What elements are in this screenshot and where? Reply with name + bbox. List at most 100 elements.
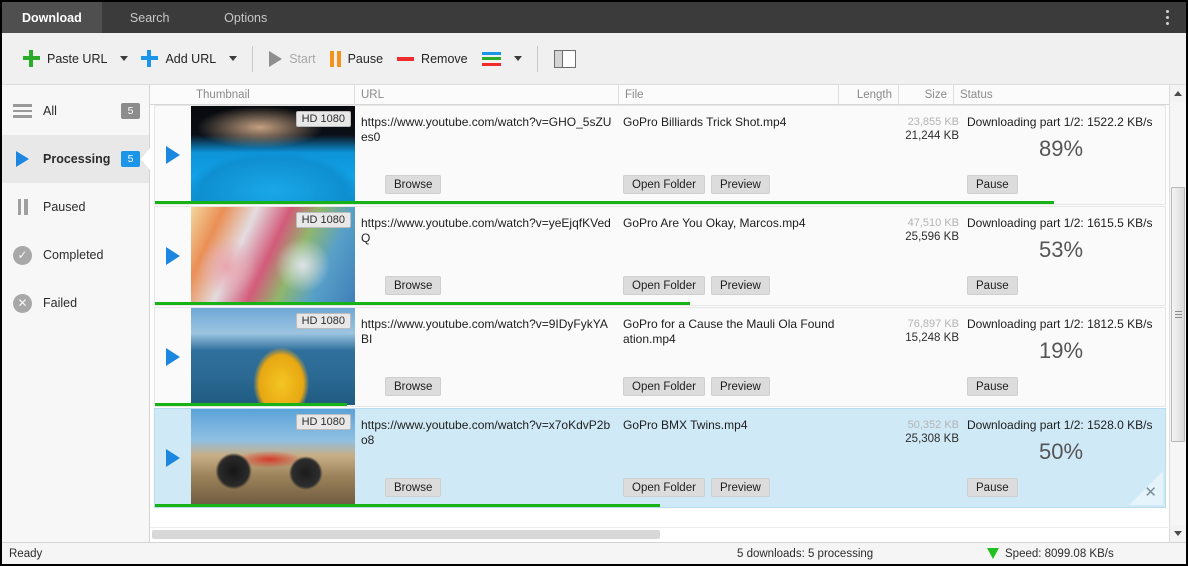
row-file-text: GoPro for a Cause the Mauli Ola Foundati… [623, 317, 835, 346]
preview-button[interactable]: Preview [710, 276, 770, 295]
row-thumbnail[interactable]: HD 1080 [191, 207, 355, 304]
table-row[interactable]: HD 1080 https://www.youtube.com/watch?v=… [154, 206, 1166, 306]
browse-button[interactable]: Browse [385, 276, 442, 295]
column-header-url[interactable]: URL [355, 84, 619, 105]
color-lines-button[interactable] [475, 42, 508, 76]
row-expand-button[interactable] [155, 409, 191, 506]
sidebar-item-processing[interactable]: Processing 5 [2, 135, 149, 183]
sidebar-item-all-label: All [43, 104, 57, 118]
row-file-buttons: Open Folder Preview [623, 276, 770, 295]
play-icon [269, 50, 283, 67]
sidebar-item-all[interactable]: All 5 [2, 87, 149, 135]
add-url-button[interactable]: Add URL [134, 42, 223, 76]
scroll-up-button[interactable] [1170, 85, 1186, 102]
chevron-up-icon [1174, 91, 1182, 96]
quality-badge: HD 1080 [295, 313, 351, 329]
download-rows[interactable]: HD 1080 https://www.youtube.com/watch?v=… [150, 105, 1186, 527]
column-header-length[interactable]: Length [839, 84, 899, 105]
row-expand-button[interactable] [155, 106, 191, 203]
sidebar-item-failed[interactable]: ✕ Failed [2, 279, 149, 327]
table-row[interactable]: HD 1080 https://www.youtube.com/watch?v=… [154, 307, 1166, 407]
tab-search[interactable]: Search [102, 2, 198, 33]
row-size-total: 47,510 KB [907, 217, 959, 229]
tab-options[interactable]: Options [198, 2, 294, 33]
row-size-downloaded: 21,244 KB [905, 130, 959, 142]
tab-download[interactable]: Download [2, 2, 102, 33]
horizontal-scrollbar-thumb[interactable] [152, 530, 660, 539]
preview-button[interactable]: Preview [710, 175, 770, 194]
status-speed-text: Speed: 8099.08 KB/s [1005, 547, 1114, 560]
vertical-scrollbar[interactable] [1169, 85, 1186, 542]
row-status-buttons: Pause [967, 478, 1018, 497]
overflow-menu-icon[interactable] [1154, 2, 1180, 33]
vertical-scrollbar-thumb[interactable] [1171, 187, 1185, 442]
row-status-cell: Downloading part 1/2: 1522.2 KB/s 89% Pa… [961, 106, 1165, 203]
sidebar-item-paused[interactable]: Paused [2, 183, 149, 231]
open-folder-button[interactable]: Open Folder [623, 377, 705, 396]
row-expand-button[interactable] [155, 207, 191, 304]
browse-button[interactable]: Browse [385, 478, 442, 497]
row-status-buttons: Pause [967, 377, 1018, 396]
row-thumbnail[interactable]: HD 1080 [191, 106, 355, 203]
scroll-down-button[interactable] [1170, 525, 1186, 542]
play-icon [166, 145, 180, 164]
table-row[interactable]: HD 1080 https://www.youtube.com/watch?v=… [154, 408, 1166, 508]
column-header-row: Thumbnail URL File Length Size Status [150, 84, 1186, 105]
panel-toggle-button[interactable] [547, 42, 583, 76]
chevron-down-icon [229, 56, 238, 61]
horizontal-scrollbar[interactable] [150, 527, 1168, 542]
column-header-file[interactable]: File [619, 84, 839, 105]
vertical-scrollbar-track[interactable] [1170, 102, 1186, 525]
open-folder-button[interactable]: Open Folder [623, 276, 705, 295]
remove-button[interactable]: Remove [390, 42, 475, 76]
color-lines-dropdown[interactable] [508, 42, 528, 76]
row-expand-button[interactable] [155, 308, 191, 405]
column-header-length-label: Length [856, 88, 892, 101]
row-pause-button[interactable]: Pause [967, 175, 1018, 194]
row-file-buttons: Open Folder Preview [623, 377, 770, 396]
sidebar-item-completed[interactable]: ✓ Completed [2, 231, 149, 279]
browse-button[interactable]: Browse [385, 377, 442, 396]
row-progress-bar [155, 201, 1165, 204]
add-url-dropdown[interactable] [223, 42, 243, 76]
toolbar-divider [536, 45, 538, 72]
preview-button[interactable]: Preview [710, 377, 770, 396]
row-status-text: Downloading part 1/2: 1812.5 KB/s [967, 317, 1153, 331]
row-status-text: Downloading part 1/2: 1615.5 KB/s [967, 216, 1153, 230]
preview-button[interactable]: Preview [710, 478, 770, 497]
column-header-size[interactable]: Size [899, 84, 954, 105]
row-thumbnail[interactable]: HD 1080 [191, 409, 355, 506]
table-row[interactable]: HD 1080 https://www.youtube.com/watch?v=… [154, 105, 1166, 205]
open-folder-button[interactable]: Open Folder [623, 478, 705, 497]
minus-icon [397, 56, 415, 61]
row-size-downloaded: 25,308 KB [905, 433, 959, 445]
status-downloads-text: 5 downloads: 5 processing [737, 547, 874, 560]
row-file-cell: GoPro for a Cause the Mauli Ola Foundati… [621, 308, 841, 405]
column-header-status[interactable]: Status [954, 85, 1168, 105]
start-button[interactable]: Start [262, 42, 322, 76]
column-header-thumbnail[interactable]: Thumbnail [190, 84, 355, 105]
row-pause-button[interactable]: Pause [967, 478, 1018, 497]
open-folder-button[interactable]: Open Folder [623, 175, 705, 194]
row-close-icon[interactable]: ✕ [1129, 471, 1163, 505]
color-lines-icon [481, 51, 501, 66]
row-size-cell: 47,510 KB 25,596 KB [901, 207, 961, 304]
check-circle-icon: ✓ [12, 245, 33, 266]
row-thumbnail[interactable]: HD 1080 [191, 308, 355, 405]
column-header-url-label: URL [361, 88, 385, 101]
row-length-cell [841, 207, 901, 304]
row-file-buttons: Open Folder Preview [623, 478, 770, 497]
row-url-text: https://www.youtube.com/watch?v=9IDyFykY… [361, 317, 608, 346]
row-pause-button[interactable]: Pause [967, 377, 1018, 396]
play-icon [166, 246, 180, 265]
row-size-total: 50,352 KB [907, 419, 959, 431]
row-url-text: https://www.youtube.com/watch?v=x7oKdvP2… [361, 418, 611, 447]
row-pause-button[interactable]: Pause [967, 276, 1018, 295]
paste-url-button[interactable]: Paste URL [16, 42, 114, 76]
row-status-cell: Downloading part 1/2: 1812.5 KB/s 19% Pa… [961, 308, 1165, 405]
pause-button[interactable]: Pause [323, 42, 390, 76]
browse-button[interactable]: Browse [385, 175, 442, 194]
paste-url-dropdown[interactable] [114, 42, 134, 76]
sidebar-badge-processing: 5 [121, 151, 140, 167]
tab-options-label: Options [224, 10, 268, 25]
